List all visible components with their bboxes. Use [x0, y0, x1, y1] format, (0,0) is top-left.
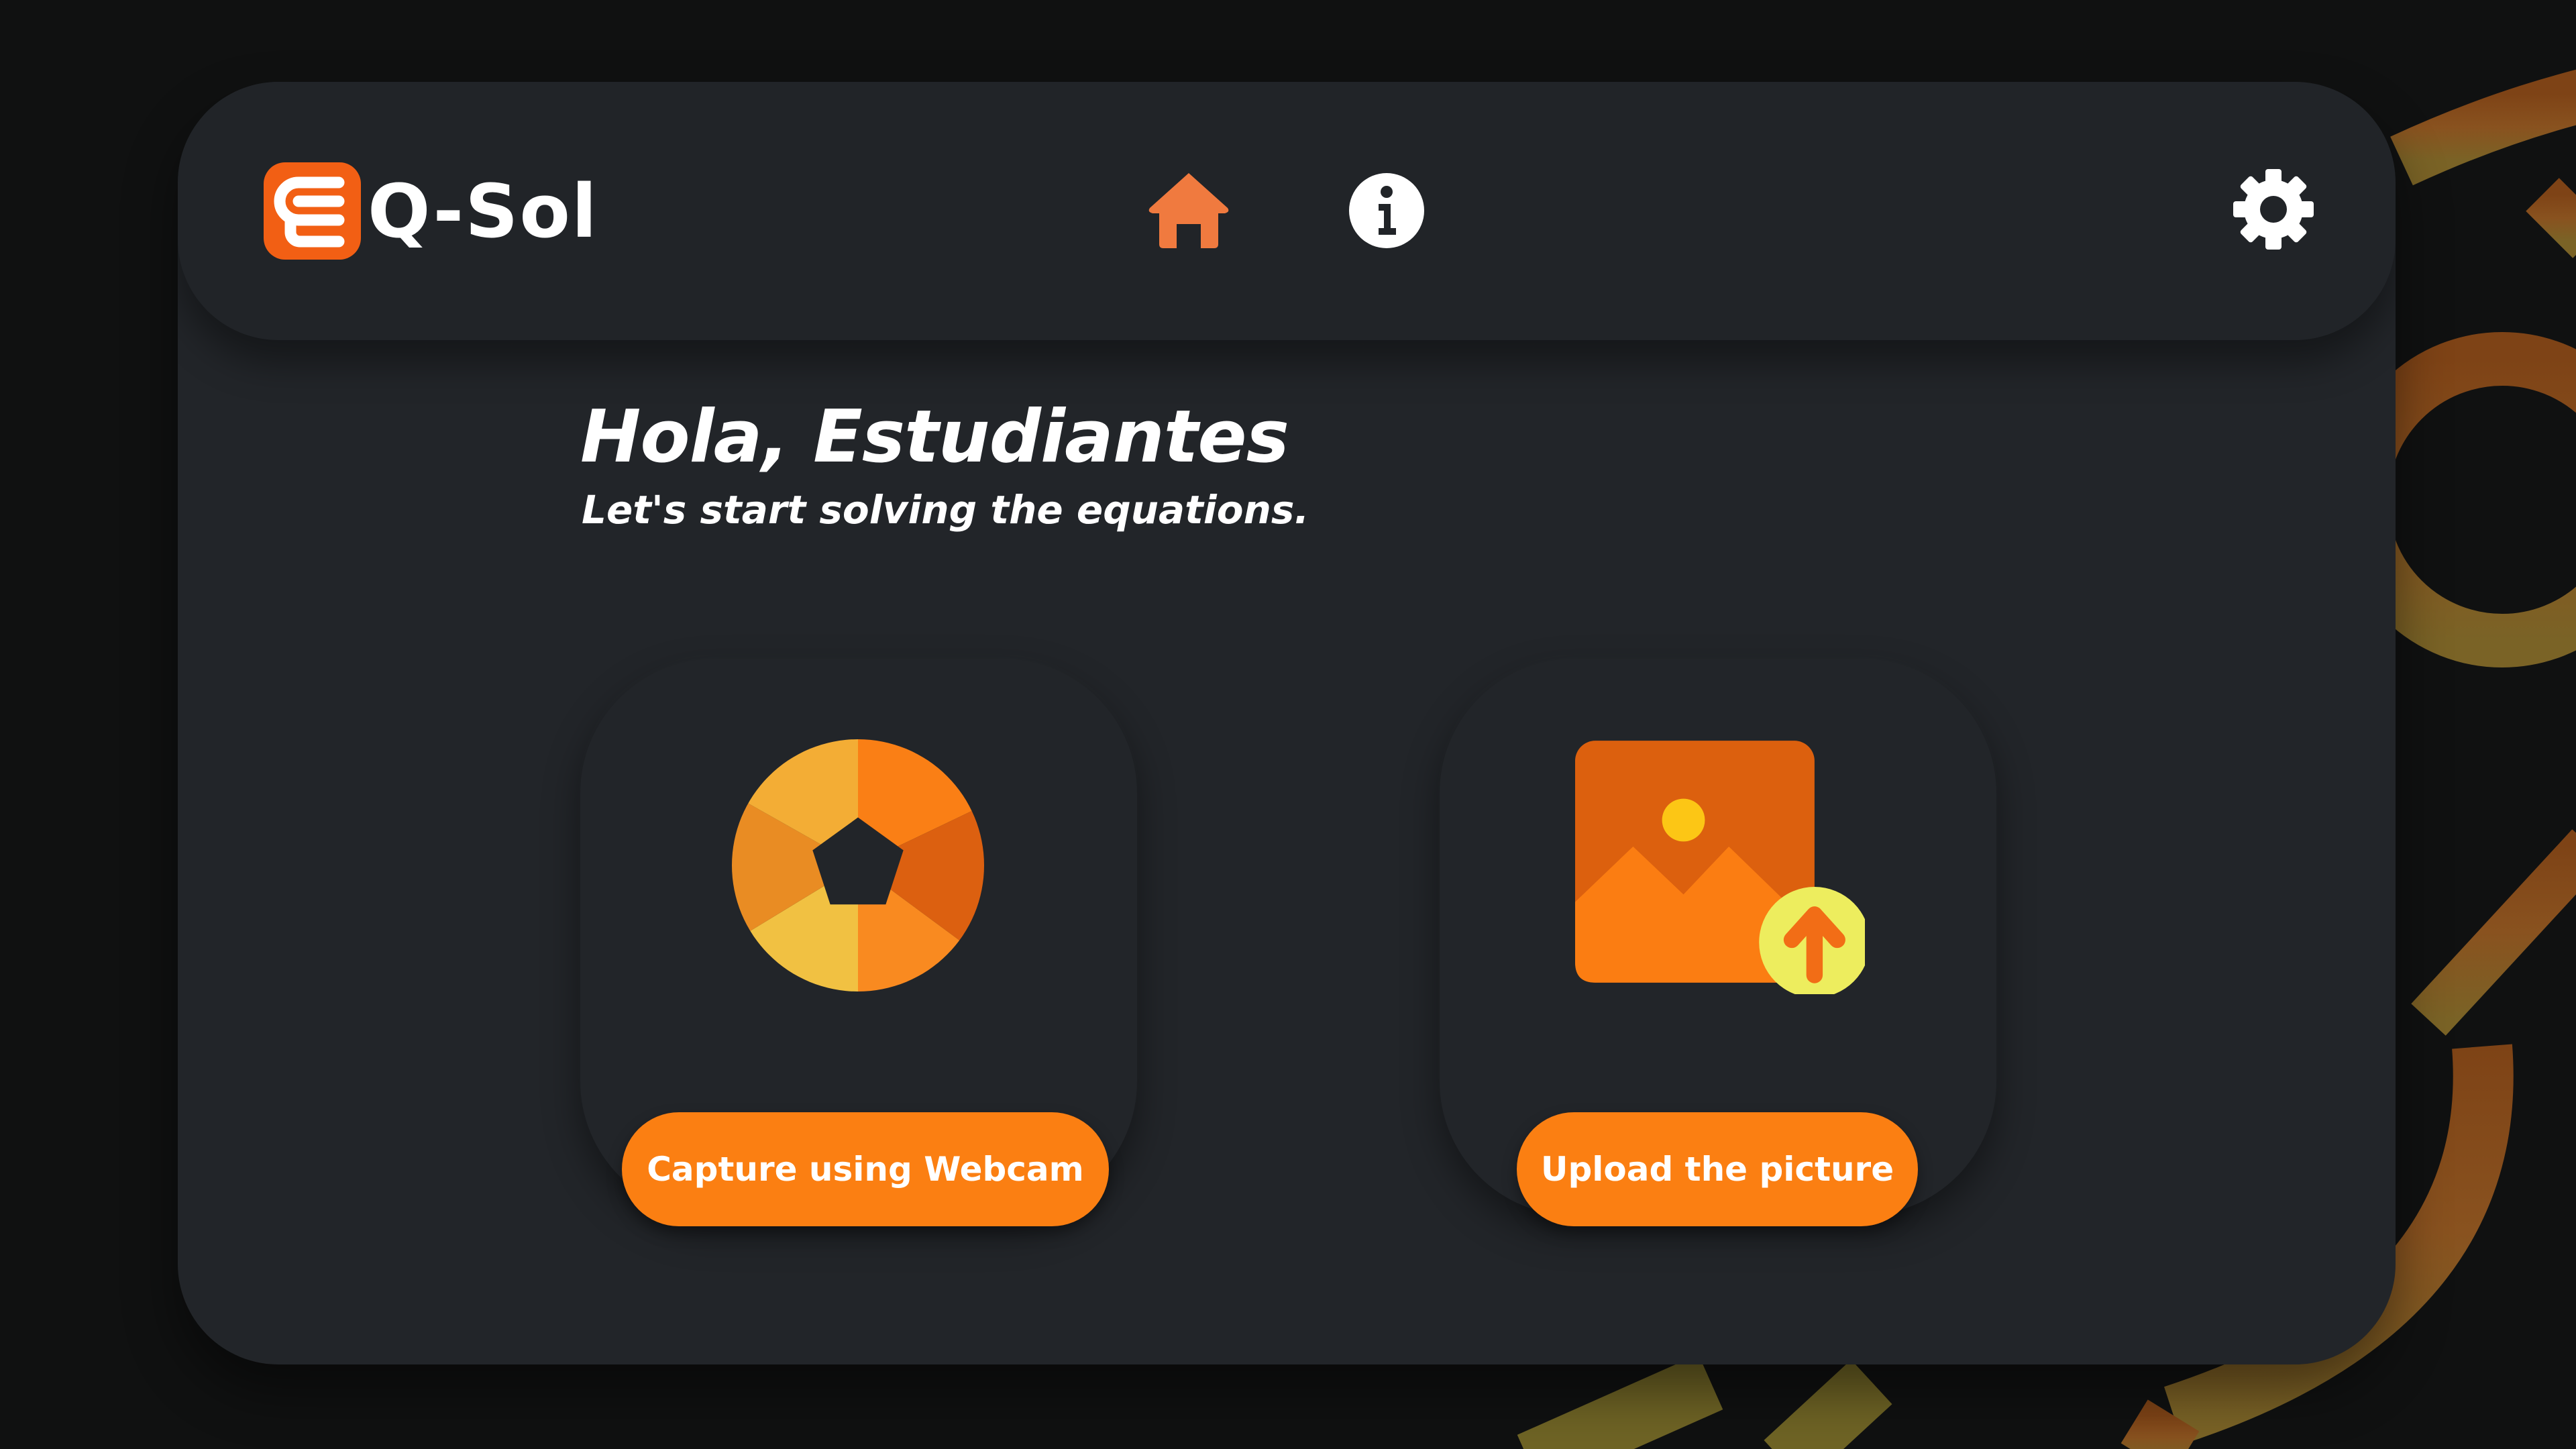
app-window: Q-Sol Hola, Estudiantes Let's start solv… — [178, 82, 2396, 1364]
upload-picture-card[interactable]: Upload the picture — [1440, 659, 1996, 1226]
capture-webcam-button[interactable]: Capture using Webcam — [622, 1112, 1109, 1226]
app-name: Q-Sol — [368, 168, 598, 254]
page-subtitle: Let's start solving the equations. — [582, 487, 1309, 533]
camera-shutter-icon — [732, 739, 984, 991]
gear-icon[interactable] — [2232, 168, 2315, 251]
eq-logo-icon — [264, 162, 361, 260]
home-icon[interactable] — [1147, 170, 1230, 250]
info-icon[interactable] — [1348, 172, 1426, 250]
page-title: Hola, Estudiantes — [580, 395, 1289, 479]
top-navbar: Q-Sol — [178, 82, 2396, 340]
upload-picture-button[interactable]: Upload the picture — [1517, 1112, 1918, 1226]
app-logo[interactable]: Q-Sol — [264, 162, 598, 260]
image-upload-icon — [1575, 741, 1865, 994]
webcam-capture-card[interactable]: Capture using Webcam — [580, 659, 1137, 1226]
